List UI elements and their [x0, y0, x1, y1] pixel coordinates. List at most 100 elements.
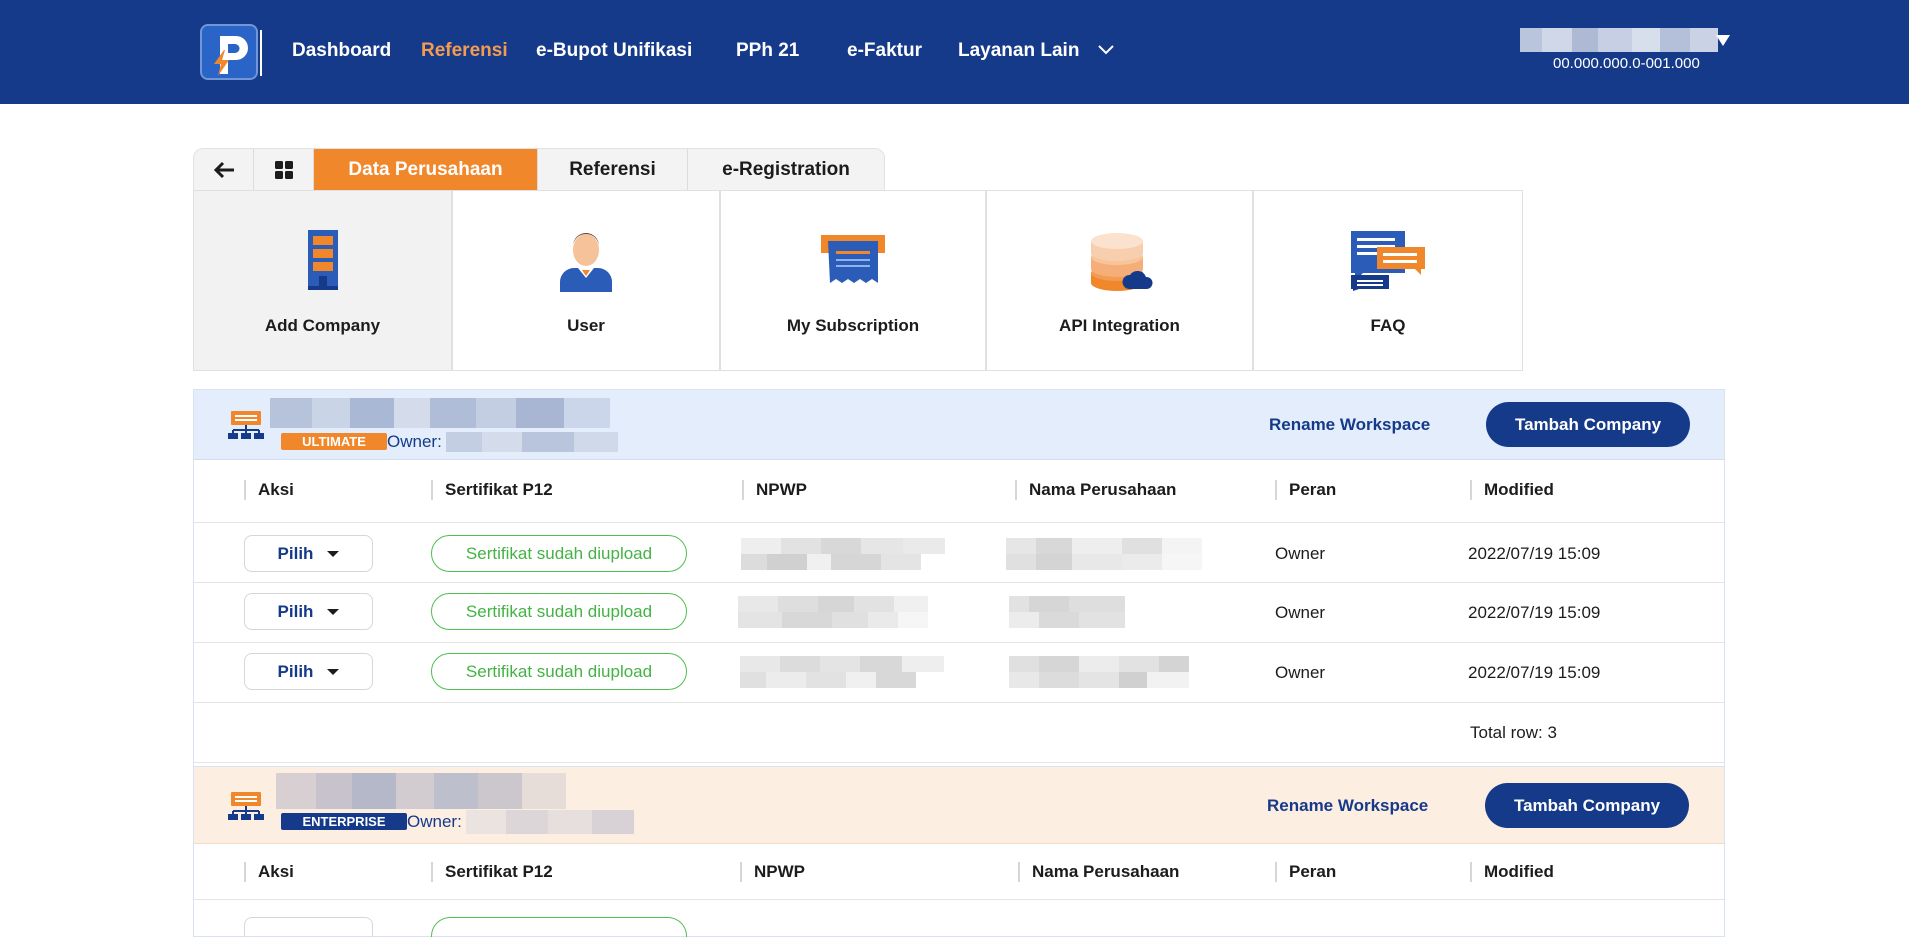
- card-my-subscription[interactable]: My Subscription: [720, 190, 986, 371]
- table-footer: Total row: 3: [194, 703, 1724, 763]
- col-modified[interactable]: Modified: [1470, 480, 1554, 500]
- npwp-redacted: [740, 656, 944, 688]
- rename-workspace-link[interactable]: Rename Workspace: [1267, 796, 1428, 816]
- tambah-company-button[interactable]: Tambah Company: [1485, 783, 1689, 828]
- cert-status-badge: Sertifikat sudah diupload: [431, 593, 687, 630]
- company-name-redacted: [1006, 538, 1202, 570]
- caret-down-icon[interactable]: [1716, 35, 1730, 46]
- role-text: Owner: [1275, 603, 1326, 622]
- company-name-redacted: [1009, 656, 1189, 688]
- app-logo[interactable]: [200, 24, 258, 80]
- user-name-redacted[interactable]: [1520, 28, 1718, 52]
- pilih-dropdown-partial[interactable]: [244, 917, 373, 937]
- table-row: Pilih Sertifikat sudah diupload Owner 20…: [194, 523, 1724, 583]
- total-row-count: Total row: 3: [1470, 723, 1557, 742]
- table-header: Aksi Sertifikat P12 NPWP Nama Perusahaan…: [194, 844, 1724, 900]
- workspace-header: ULTIMATE Owner: Rename Workspace Tambah …: [194, 390, 1724, 460]
- caret-down-icon: [327, 608, 340, 615]
- nav-layanan-lain[interactable]: Layanan Lain: [958, 40, 1079, 62]
- arrow-left-icon: [213, 161, 234, 179]
- col-peran[interactable]: Peran: [1275, 480, 1336, 500]
- pilih-dropdown[interactable]: Pilih: [244, 653, 373, 690]
- table-row: Pilih Sertifikat sudah diupload Owner 20…: [194, 643, 1724, 703]
- modified-text: 2022/07/19 15:09: [1468, 603, 1601, 622]
- pilih-dropdown[interactable]: Pilih: [244, 593, 373, 630]
- tambah-company-button[interactable]: Tambah Company: [1486, 402, 1690, 447]
- caret-down-icon: [327, 550, 340, 557]
- company-name-redacted: [1009, 596, 1125, 628]
- nav-e-bupot-unifikasi[interactable]: e-Bupot Unifikasi: [536, 40, 692, 62]
- database-cloud-icon: [1090, 233, 1153, 291]
- pilih-dropdown[interactable]: Pilih: [244, 535, 373, 572]
- workspace-icon: [228, 411, 264, 439]
- card-label: API Integration: [1059, 316, 1180, 335]
- logo-divider: [260, 30, 262, 76]
- cert-status-badge: Sertifikat sudah diupload: [431, 535, 687, 572]
- npwp-redacted: [741, 538, 945, 570]
- receipt-icon: [821, 235, 885, 283]
- workspace-name-redacted: [276, 773, 566, 809]
- nav-e-faktur[interactable]: e-Faktur: [847, 40, 922, 62]
- cert-status-badge: Sertifikat sudah diupload: [431, 653, 687, 690]
- col-peran[interactable]: Peran: [1275, 862, 1336, 882]
- col-aksi[interactable]: Aksi: [244, 862, 294, 882]
- workspace-ultimate: ULTIMATE Owner: Rename Workspace Tambah …: [193, 389, 1725, 767]
- col-npwp[interactable]: NPWP: [742, 480, 807, 500]
- back-button[interactable]: [194, 149, 254, 190]
- table-row: Pilih Sertifikat sudah diupload Owner 20…: [194, 583, 1724, 643]
- chat-bubbles-icon: [1351, 231, 1425, 291]
- card-label: Add Company: [264, 316, 381, 335]
- card-user[interactable]: User: [452, 190, 720, 371]
- col-npwp[interactable]: NPWP: [740, 862, 805, 882]
- card-label: User: [567, 316, 605, 335]
- quick-action-cards: Add Company User My Subscription API Int…: [193, 190, 1523, 371]
- card-faq[interactable]: FAQ: [1253, 190, 1523, 371]
- col-modified[interactable]: Modified: [1470, 862, 1554, 882]
- nav-pph21[interactable]: PPh 21: [736, 40, 799, 62]
- col-sertifikat[interactable]: Sertifikat P12: [431, 480, 553, 500]
- top-navbar: Dashboard Referensi e-Bupot Unifikasi PP…: [0, 0, 1909, 104]
- card-api-integration[interactable]: API Integration: [986, 190, 1253, 371]
- grid-view-button[interactable]: [254, 149, 314, 190]
- col-sertifikat[interactable]: Sertifikat P12: [431, 862, 553, 882]
- pilih-label: Pilih: [277, 661, 314, 681]
- owner-name-redacted: [446, 432, 618, 452]
- chevron-down-icon[interactable]: [1097, 44, 1115, 56]
- grid-icon: [274, 161, 293, 179]
- nav-referensi[interactable]: Referensi: [421, 40, 508, 62]
- rename-workspace-link[interactable]: Rename Workspace: [1269, 415, 1430, 435]
- owner-label: Owner:: [387, 432, 442, 451]
- role-text: Owner: [1275, 544, 1326, 563]
- pilih-label: Pilih: [277, 601, 314, 621]
- tab-referensi[interactable]: Referensi: [538, 149, 688, 190]
- col-nama-perusahaan[interactable]: Nama Perusahaan: [1015, 480, 1176, 500]
- user-icon: [560, 233, 612, 292]
- col-aksi[interactable]: Aksi: [244, 480, 294, 500]
- card-label: My Subscription: [786, 316, 920, 335]
- role-text: Owner: [1275, 663, 1326, 682]
- caret-down-icon: [327, 668, 340, 675]
- plan-badge: ULTIMATE: [281, 433, 387, 450]
- section-tabs: Data Perusahaan Referensi e-Registration: [193, 148, 885, 190]
- tab-e-registration[interactable]: e-Registration: [688, 149, 884, 190]
- modified-text: 2022/07/19 15:09: [1468, 663, 1601, 682]
- npwp-redacted: [738, 596, 928, 628]
- col-nama-perusahaan[interactable]: Nama Perusahaan: [1018, 862, 1179, 882]
- card-label: FAQ: [1370, 316, 1406, 335]
- building-icon: [307, 230, 338, 290]
- owner-name-redacted: [466, 810, 634, 834]
- cert-status-badge-partial: [431, 917, 687, 937]
- pilih-label: Pilih: [277, 543, 314, 563]
- workspace-enterprise: ENTERPRISE Owner: Rename Workspace Tamba…: [193, 767, 1725, 937]
- plan-badge: ENTERPRISE: [281, 813, 407, 830]
- table-header: Aksi Sertifikat P12 NPWP Nama Perusahaan…: [194, 460, 1724, 523]
- nav-dashboard[interactable]: Dashboard: [292, 40, 391, 62]
- workspace-icon: [228, 792, 264, 820]
- user-npwp: 00.000.000.0-001.000: [1553, 55, 1700, 72]
- owner-label: Owner:: [407, 812, 462, 831]
- workspace-name-redacted: [270, 398, 610, 428]
- workspace-header: ENTERPRISE Owner: Rename Workspace Tamba…: [194, 767, 1724, 844]
- tab-data-perusahaan[interactable]: Data Perusahaan: [314, 149, 538, 190]
- modified-text: 2022/07/19 15:09: [1468, 544, 1601, 563]
- card-add-company[interactable]: Add Company: [193, 190, 452, 371]
